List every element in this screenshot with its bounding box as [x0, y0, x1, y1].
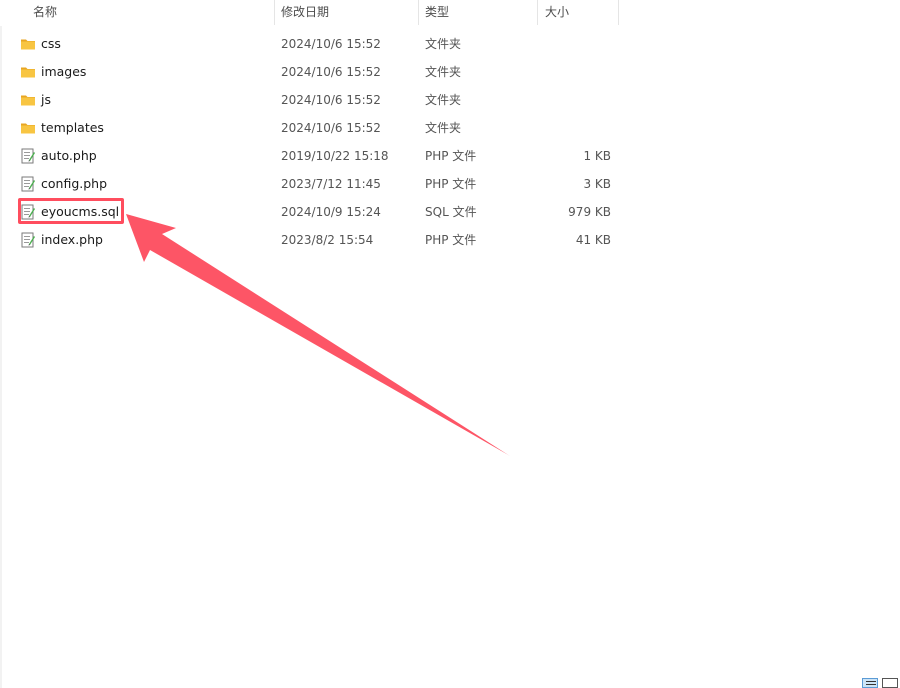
- file-name: css: [41, 36, 61, 51]
- sort-caret-icon: ^: [146, 0, 154, 5]
- column-header-bar: 名称 ^ 修改日期 类型 大小: [0, 0, 900, 26]
- file-type: 文件夹: [425, 93, 462, 107]
- file-name: index.php: [41, 232, 103, 247]
- column-header-modified[interactable]: 修改日期: [281, 0, 329, 24]
- file-modified-date: 2024/10/6 15:52: [281, 37, 381, 51]
- file-name: templates: [41, 120, 104, 135]
- file-row[interactable]: templates 2024/10/6 15:52 文件夹: [0, 114, 640, 142]
- file-type: 文件夹: [425, 65, 462, 79]
- file-row[interactable]: css 2024/10/6 15:52 文件夹: [0, 30, 640, 58]
- file-size: [540, 58, 611, 86]
- file-type: 文件夹: [425, 121, 462, 135]
- details-view-icon[interactable]: [862, 678, 878, 688]
- large-icons-view-icon[interactable]: [882, 678, 898, 688]
- column-header-name[interactable]: 名称: [33, 0, 57, 24]
- file-size: [540, 114, 611, 142]
- column-divider[interactable]: [274, 0, 275, 25]
- column-header-size[interactable]: 大小: [545, 0, 569, 24]
- file-size: [540, 86, 611, 114]
- file-name: images: [41, 64, 87, 79]
- file-type: PHP 文件: [425, 233, 477, 247]
- folder-icon: [20, 64, 36, 80]
- text-file-icon: [20, 232, 36, 248]
- view-toggle-group: [860, 678, 900, 688]
- file-modified-date: 2024/10/9 15:24: [281, 205, 381, 219]
- annotation-highlight-box: [18, 198, 124, 224]
- file-name: js: [41, 92, 51, 107]
- file-name: auto.php: [41, 148, 97, 163]
- file-row[interactable]: auto.php 2019/10/22 15:18 PHP 文件 1 KB: [0, 142, 640, 170]
- file-row[interactable]: js 2024/10/6 15:52 文件夹: [0, 86, 640, 114]
- file-modified-date: 2023/7/12 11:45: [281, 177, 381, 191]
- file-size: 1 KB: [583, 149, 611, 163]
- column-divider[interactable]: [537, 0, 538, 25]
- file-modified-date: 2024/10/6 15:52: [281, 121, 381, 135]
- column-divider[interactable]: [618, 0, 619, 25]
- file-modified-date: 2023/8/2 15:54: [281, 233, 374, 247]
- folder-icon: [20, 92, 36, 108]
- file-modified-date: 2019/10/22 15:18: [281, 149, 389, 163]
- text-file-icon: [20, 176, 36, 192]
- file-row[interactable]: images 2024/10/6 15:52 文件夹: [0, 58, 640, 86]
- file-type: 文件夹: [425, 37, 462, 51]
- file-name: config.php: [41, 176, 108, 191]
- file-type: PHP 文件: [425, 149, 477, 163]
- folder-icon: [20, 120, 36, 136]
- file-modified-date: 2024/10/6 15:52: [281, 93, 381, 107]
- column-divider[interactable]: [418, 0, 419, 25]
- file-type: PHP 文件: [425, 177, 477, 191]
- file-row[interactable]: config.php 2023/7/12 11:45 PHP 文件 3 KB: [0, 170, 640, 198]
- file-type: SQL 文件: [425, 205, 477, 219]
- file-modified-date: 2024/10/6 15:52: [281, 65, 381, 79]
- column-header-type[interactable]: 类型: [425, 0, 449, 24]
- file-size: 979 KB: [568, 205, 611, 219]
- file-size: [540, 30, 611, 58]
- text-file-icon: [20, 148, 36, 164]
- folder-icon: [20, 36, 36, 52]
- file-size: 3 KB: [583, 177, 611, 191]
- file-row[interactable]: index.php 2023/8/2 15:54 PHP 文件 41 KB: [0, 226, 640, 254]
- file-size: 41 KB: [575, 233, 611, 247]
